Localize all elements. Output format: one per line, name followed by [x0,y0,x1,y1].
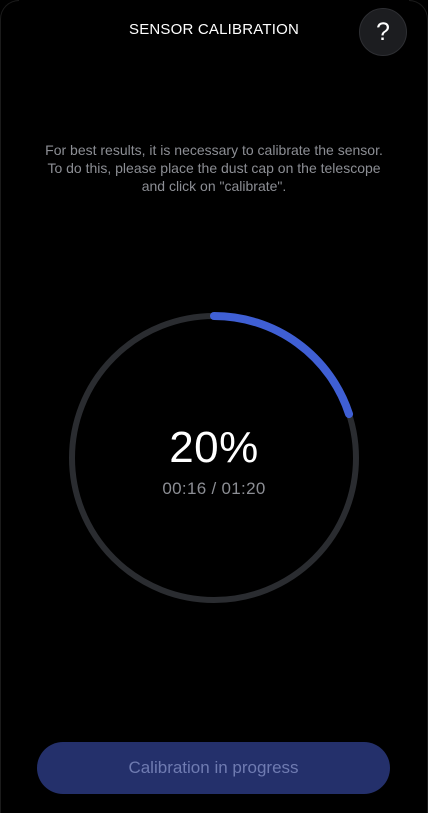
calibration-instructions: For best results, it is necessary to cal… [24,141,404,195]
device-frame-right [409,0,428,813]
instruction-line-1: For best results, it is necessary to cal… [45,142,383,158]
progress-ring-fill [210,312,354,419]
help-button[interactable]: ? [359,8,407,56]
question-mark-icon: ? [376,17,390,46]
instruction-line-3: and click on "calibrate". [141,178,287,194]
device-frame-left [0,0,19,813]
elapsed-time: 00:16 / 01:20 [162,479,266,498]
header: SENSOR CALIBRATION ? [0,0,428,62]
calibration-screen: SENSOR CALIBRATION ? For best results, i… [0,0,428,813]
instruction-line-2: To do this, please place the dust cap on… [47,160,381,176]
calibration-status-button[interactable]: Calibration in progress [37,742,390,794]
calibration-progress-ring: 20% 00:16 / 01:20 [66,310,362,606]
progress-percent: 20% [169,423,259,472]
